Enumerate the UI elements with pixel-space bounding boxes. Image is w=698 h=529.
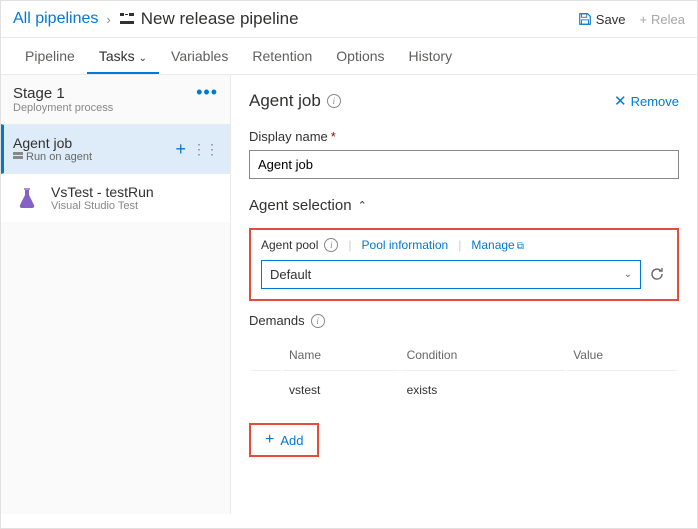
- pool-information-link[interactable]: Pool information: [362, 238, 449, 252]
- flask-icon: [13, 184, 41, 212]
- info-icon[interactable]: i: [327, 94, 341, 108]
- stage-title: Stage 1: [13, 85, 196, 102]
- tab-retention[interactable]: Retention: [240, 38, 324, 74]
- close-icon: ✕: [614, 92, 627, 110]
- tab-bar: Pipeline Tasks⌄ Variables Retention Opti…: [1, 38, 697, 75]
- add-button[interactable]: + Add: [249, 423, 319, 457]
- manage-link[interactable]: Manage⧉: [471, 238, 524, 252]
- release-button[interactable]: + Relea: [639, 12, 685, 27]
- agent-pool-label: Agent pool: [261, 238, 318, 252]
- stage-header[interactable]: Stage 1 Deployment process •••: [1, 75, 230, 124]
- chevron-up-icon: ⌃: [358, 199, 367, 212]
- task-item-vstest[interactable]: VsTest - testRun Visual Studio Test: [1, 174, 230, 222]
- tab-tasks[interactable]: Tasks⌄: [87, 38, 159, 74]
- info-icon[interactable]: i: [324, 238, 338, 252]
- tab-history[interactable]: History: [397, 38, 465, 74]
- breadcrumb-root[interactable]: All pipelines: [13, 10, 98, 28]
- table-row[interactable]: vstest exists: [251, 373, 677, 407]
- plus-icon: +: [639, 12, 647, 27]
- agent-pool-value: Default: [270, 267, 311, 282]
- page-title: New release pipeline: [141, 9, 299, 29]
- stage-subtitle: Deployment process: [13, 102, 196, 114]
- demands-label: Demands: [249, 313, 305, 328]
- chevron-right-icon: ›: [106, 12, 110, 27]
- job-title: Agent job: [13, 135, 175, 151]
- tab-options[interactable]: Options: [324, 38, 396, 74]
- task-title: VsTest - testRun: [51, 184, 154, 200]
- refresh-icon[interactable]: [649, 266, 667, 284]
- demands-table: Name Condition Value vstest exists: [249, 338, 679, 409]
- drag-handle-icon[interactable]: ⋮⋮: [192, 141, 218, 158]
- add-task-icon[interactable]: +: [175, 139, 186, 160]
- display-name-label: Display name*: [249, 129, 679, 144]
- agent-pool-select[interactable]: Default ⌄: [261, 260, 641, 289]
- save-button[interactable]: Save: [578, 12, 626, 27]
- more-options-icon[interactable]: •••: [196, 85, 218, 99]
- tab-pipeline[interactable]: Pipeline: [13, 38, 87, 74]
- tab-variables[interactable]: Variables: [159, 38, 240, 74]
- remove-button[interactable]: ✕ Remove: [614, 92, 679, 110]
- task-subtitle: Visual Studio Test: [51, 200, 154, 212]
- job-subtitle: Run on agent: [13, 151, 175, 163]
- plus-icon: +: [265, 431, 274, 449]
- info-icon[interactable]: i: [311, 314, 325, 328]
- col-condition: Condition: [401, 340, 566, 371]
- external-link-icon: ⧉: [517, 241, 524, 252]
- save-icon: [578, 12, 592, 26]
- section-agent-selection[interactable]: Agent selection ⌃: [249, 197, 679, 214]
- pane-title: Agent job: [249, 91, 321, 111]
- chevron-down-icon: ⌄: [139, 53, 147, 64]
- col-value: Value: [567, 340, 677, 371]
- col-name: Name: [283, 340, 399, 371]
- job-item-agent-job[interactable]: Agent job Run on agent + ⋮⋮: [1, 124, 230, 174]
- agent-pool-group: Agent pool i | Pool information | Manage…: [249, 228, 679, 301]
- chevron-down-icon: ⌄: [624, 269, 632, 280]
- server-icon: [13, 152, 23, 162]
- display-name-input[interactable]: [249, 150, 679, 179]
- pipeline-icon: [119, 11, 135, 27]
